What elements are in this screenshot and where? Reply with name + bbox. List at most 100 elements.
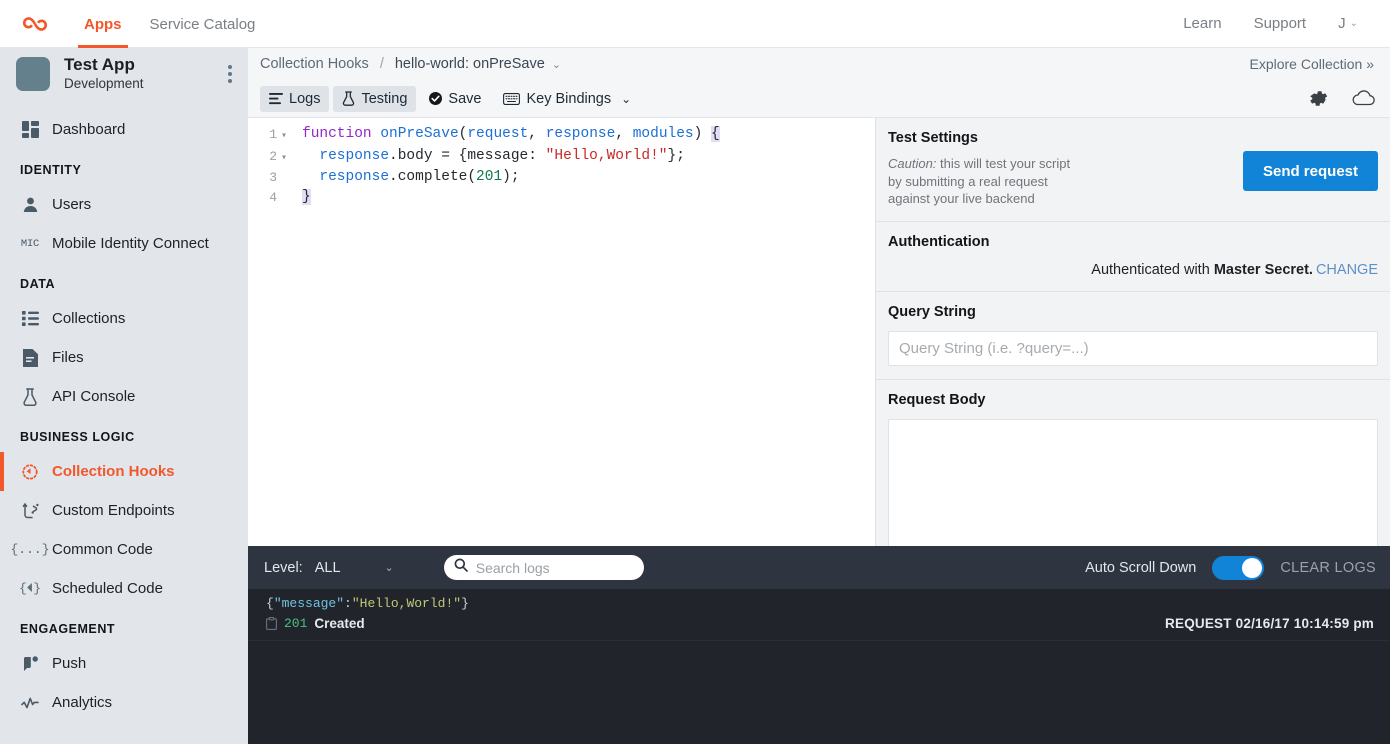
search-logs-input[interactable] [475,559,634,576]
sidebar-label-files: Files [52,349,84,366]
topnav-apps-label: Apps [84,15,122,33]
auth-change-link[interactable]: CHANGE [1316,262,1378,278]
log-entry: {"message":"Hello,World!"} 201 Created R… [248,589,1390,641]
line-gutter: 4 [269,189,277,205]
learn-link[interactable]: Learn [1167,15,1237,32]
test-settings-panel: Test Settings Caution: this will test yo… [875,118,1390,546]
save-button-label: Save [448,90,482,107]
kinvey-infinity-logo-icon[interactable] [0,0,70,47]
search-icon [454,558,468,577]
sidebar-item-api-console[interactable]: API Console [0,377,248,416]
dashboard-icon [20,120,40,140]
request-body-section: Request Body [876,380,1390,546]
line-gutter: 1 ▾ [248,125,294,147]
auto-scroll-toggle[interactable] [1212,555,1265,580]
query-string-input[interactable] [888,330,1378,366]
support-label: Support [1253,15,1307,32]
sidebar-item-files[interactable]: Files [0,338,248,377]
send-request-button[interactable]: Send request [1242,151,1378,191]
global-topbar: Apps Service Catalog Learn Support J ⌄ [0,0,1390,48]
code-text: response.body = {message: "Hello,World!"… [319,147,685,164]
caution-text: Caution: this will test your script by s… [888,155,1078,208]
code-editor[interactable]: 1 ▾ function onPreSave(request, response,… [248,118,875,546]
authentication-heading: Authentication [888,233,990,250]
log-status-code: 201 [284,616,308,631]
chevron-down-icon[interactable]: ⌄ [385,561,394,574]
logs-icon [269,92,283,105]
sidebar-item-users[interactable]: Users [0,185,248,224]
flask-icon [342,91,355,106]
request-body-textarea[interactable] [888,418,1378,546]
explore-collection-link[interactable]: Explore Collection » [1249,56,1374,72]
chevron-down-icon[interactable]: ⌄ [552,58,561,71]
flask-icon [20,387,40,407]
learn-label: Learn [1183,15,1222,32]
sidebar-item-collections[interactable]: Collections [0,299,248,338]
chevron-down-icon: ⌄ [1349,18,1358,29]
app-root: Apps Service Catalog Learn Support J ⌄ T… [0,0,1390,744]
logs-toolbar: Level: ALL ⌄ Auto Scroll Down [248,546,1390,589]
main-area: Collection Hooks / hello-world: onPreSav… [248,48,1390,744]
topnav-item-apps[interactable]: Apps [70,0,136,48]
user-menu[interactable]: J ⌄ [1322,15,1374,32]
save-button[interactable]: Save [420,86,490,112]
logs-button-label: Logs [289,90,321,107]
line-gutter: 2 ▾ [248,147,294,169]
line-gutter: 3 [269,170,277,185]
json-open: { [266,596,274,611]
sidebar-label-common-code: Common Code [52,541,153,558]
log-json: {"message":"Hello,World!"} [266,595,1376,612]
clipboard-icon[interactable] [266,617,277,630]
sidebar-section-data: DATA [20,277,56,291]
gear-icon[interactable] [1308,88,1329,109]
fold-arrow-icon[interactable]: ▾ [277,149,291,169]
sidebar-item-mobile-identity-connect[interactable]: MIC Mobile Identity Connect [0,224,248,263]
support-link[interactable]: Support [1238,15,1323,32]
json-colon: : [344,596,352,611]
breadcrumb-root[interactable]: Collection Hooks [260,56,369,72]
keyboard-icon [503,92,521,105]
topnav-item-service-catalog[interactable]: Service Catalog [136,0,270,48]
app-options-kebab-icon[interactable] [226,61,234,87]
sidebar-item-analytics[interactable]: Analytics [0,683,248,722]
logs-toolbar-right: Auto Scroll Down CLEAR LOGS [1085,555,1376,580]
user-icon [20,195,40,215]
breadcrumb-separator: / [379,56,384,72]
topnav-service-catalog-label: Service Catalog [149,15,256,33]
caution-label: Caution: [888,156,937,171]
global-nav: Apps Service Catalog [70,0,270,48]
cloud-icon[interactable] [1351,90,1376,107]
sidebar-label-dashboard: Dashboard [52,121,126,138]
sidebar-label-collection-hooks: Collection Hooks [52,463,175,480]
logs-button[interactable]: Logs [260,85,330,112]
sidebar-section-business-logic: BUSINESS LOGIC [20,430,135,444]
analytics-icon [20,693,40,713]
code-text: response.complete(201); [319,169,520,185]
sidebar-item-dashboard[interactable]: Dashboard [0,110,248,149]
editor-toolbar: Logs Testing Save Key Bindings ⌄ [248,80,1390,117]
sidebar-label-analytics: Analytics [52,694,113,711]
sidebar-label-scheduled-code: Scheduled Code [52,580,163,597]
testing-button[interactable]: Testing [333,85,417,112]
code-line: 3 response.complete(201); [248,168,875,188]
key-bindings-button[interactable]: Key Bindings ⌄ [494,86,640,112]
mic-icon: MIC [20,237,40,250]
authentication-section: Authentication Authenticated with Master… [876,222,1390,292]
clear-logs-button[interactable]: CLEAR LOGS [1280,560,1376,576]
sidebar-item-scheduled-code[interactable]: {⏴} Scheduled Code [0,569,248,608]
sidebar-item-collection-hooks[interactable]: Collection Hooks [0,452,248,491]
hook-dotted-circle-icon [20,462,40,482]
level-value[interactable]: ALL [315,560,341,576]
logs-output[interactable]: {"message":"Hello,World!"} 201 Created R… [248,589,1390,744]
search-logs-box[interactable] [443,555,644,580]
sidebar-item-push[interactable]: Push [0,644,248,683]
breadcrumb-current[interactable]: hello-world: onPreSave [395,56,545,72]
app-meta: Test App Development [64,55,226,92]
app-switcher-header[interactable]: Test App Development [0,48,248,100]
endpoints-icon [20,501,40,521]
sidebar-item-common-code[interactable]: {...} Common Code [0,530,248,569]
sidebar-item-custom-endpoints[interactable]: Custom Endpoints [0,491,248,530]
code-line: 1 ▾ function onPreSave(request, response,… [248,125,875,147]
fold-arrow-icon[interactable]: ▾ [277,127,291,147]
braces-dots-icon: {...} [10,542,50,557]
